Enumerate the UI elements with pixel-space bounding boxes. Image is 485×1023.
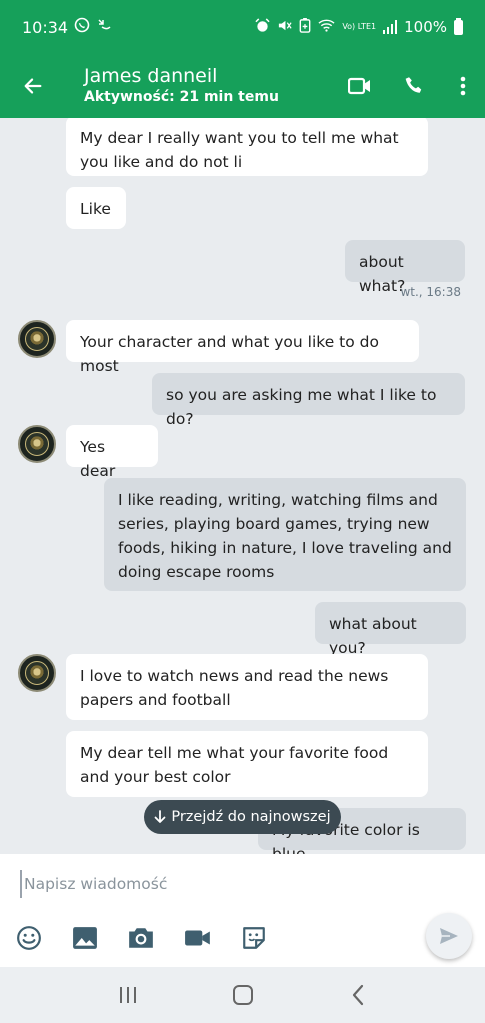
recent-apps-button[interactable]	[108, 975, 148, 1015]
chat-header: James danneil Aktywność: 21 min temu	[0, 54, 485, 118]
video-camera-icon	[348, 77, 370, 95]
missed-call-icon	[96, 17, 112, 37]
jump-to-latest-label: Przejdź do najnowszej	[171, 809, 331, 825]
camera-icon	[129, 928, 153, 948]
army-emblem-icon	[25, 432, 49, 456]
gallery-button[interactable]	[69, 922, 101, 954]
message-timestamp: wt., 16:38	[400, 285, 461, 299]
contact-avatar[interactable]	[18, 654, 56, 692]
sticker-icon	[243, 927, 265, 949]
wifi-icon	[318, 18, 335, 36]
army-emblem-icon	[25, 661, 49, 685]
alarm-icon	[255, 17, 270, 37]
message-input[interactable]	[20, 870, 400, 898]
arrow-left-icon	[24, 78, 42, 94]
contact-avatar[interactable]	[18, 320, 56, 358]
send-icon	[440, 928, 458, 944]
message-bubble-incoming[interactable]: Your character and what you like to do m…	[66, 320, 419, 375]
video-camera-icon	[185, 930, 210, 946]
arrow-down-icon	[154, 810, 166, 823]
message-bubble-incoming[interactable]: Like	[66, 187, 126, 229]
recent-apps-icon	[119, 987, 136, 1003]
more-vertical-icon	[460, 76, 466, 96]
message-composer	[0, 854, 485, 967]
system-navigation-bar	[0, 967, 485, 1023]
chevron-left-icon	[352, 984, 363, 1006]
army-emblem-icon	[25, 327, 49, 351]
mute-icon	[277, 18, 292, 37]
video-message-button[interactable]	[182, 922, 214, 954]
signal-icon	[383, 20, 398, 34]
contact-last-active: Aktywność: 21 min temu	[84, 89, 279, 105]
send-button[interactable]	[426, 913, 472, 959]
status-time: 10:34	[22, 17, 69, 37]
message-bubble-outgoing[interactable]: I like reading, writing, watching films …	[104, 478, 466, 591]
back-button[interactable]	[0, 54, 66, 118]
message-bubble-incoming[interactable]: Yes dear	[66, 425, 158, 480]
voice-call-button[interactable]	[387, 54, 441, 118]
battery-saver-icon	[299, 17, 311, 37]
video-call-button[interactable]	[333, 54, 387, 118]
home-icon	[232, 985, 253, 1005]
phone-icon	[405, 77, 422, 93]
back-nav-button[interactable]	[338, 975, 378, 1015]
message-bubble-incoming[interactable]: My dear tell me what your favorite food …	[66, 731, 428, 797]
message-bubble-incoming[interactable]: My dear I really want you to tell me wha…	[66, 118, 428, 176]
more-options-button[interactable]	[441, 54, 485, 118]
jump-to-latest-button[interactable]: Przejdź do najnowszej	[144, 800, 341, 834]
camera-button[interactable]	[125, 922, 157, 954]
contact-name: James danneil	[84, 65, 218, 87]
message-bubble-incoming[interactable]: I love to watch news and read the news p…	[66, 654, 428, 720]
home-button[interactable]	[223, 975, 263, 1015]
contact-info[interactable]: James danneil Aktywność: 21 min temu	[66, 65, 333, 107]
status-bar: 10:34 Vo) LTE1 100%	[0, 0, 485, 54]
battery-percent: 100%	[404, 18, 447, 36]
message-bubble-outgoing[interactable]: about what?	[345, 240, 465, 295]
message-list[interactable]: My dear I really want you to tell me wha…	[0, 118, 485, 854]
network-type-label: Vo) LTE1	[342, 22, 377, 31]
emoji-button[interactable]	[13, 922, 45, 954]
message-bubble-outgoing[interactable]: what about you?	[315, 602, 466, 657]
sticker-button[interactable]	[238, 922, 270, 954]
emoji-icon	[17, 926, 41, 950]
battery-icon	[454, 17, 463, 35]
image-icon	[73, 927, 97, 949]
contact-avatar[interactable]	[18, 425, 56, 463]
whatsapp-icon	[74, 17, 90, 37]
message-bubble-outgoing[interactable]: so you are asking me what I like to do?	[152, 373, 465, 428]
